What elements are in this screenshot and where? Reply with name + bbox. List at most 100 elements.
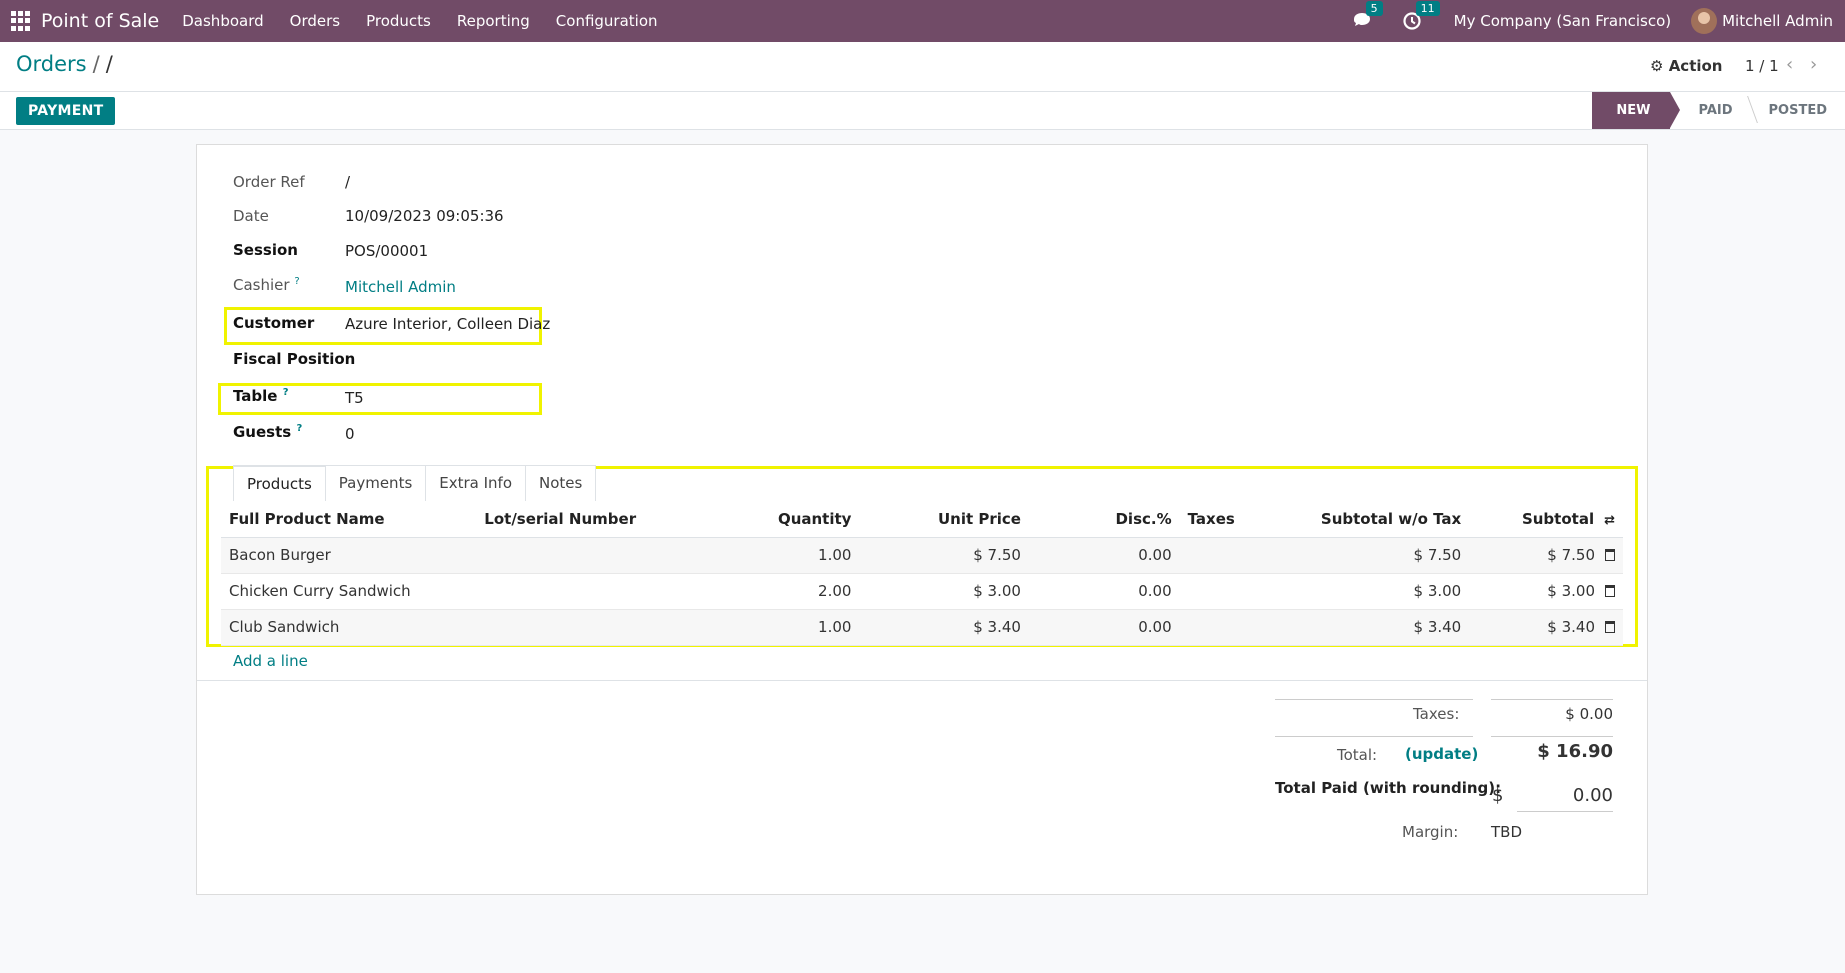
guests-field[interactable]: 0 (345, 425, 355, 443)
menu-orders[interactable]: Orders (277, 12, 353, 30)
cashier-help-icon[interactable]: ? (294, 276, 299, 287)
table-header-row: Full Product Name Lot/serial Number Quan… (221, 501, 1623, 538)
fiscal-position-label: Fiscal Position (233, 350, 356, 368)
table-row[interactable]: Bacon Burger 1.00 $ 7.50 0.00 $ 7.50 $ 7… (221, 537, 1623, 574)
line-lot[interactable] (476, 537, 756, 574)
line-unit-price[interactable]: $ 3.40 (859, 609, 1029, 646)
app-name[interactable]: Point of Sale (41, 10, 159, 32)
delete-line-icon[interactable] (1605, 585, 1615, 597)
action-label: Action (1668, 57, 1723, 75)
col-taxes[interactable]: Taxes (1179, 501, 1243, 538)
line-taxes[interactable] (1179, 609, 1243, 646)
col-quantity[interactable]: Quantity (755, 501, 860, 538)
line-discount[interactable]: 0.00 (1028, 573, 1180, 610)
guests-label: Guests ? (233, 423, 302, 441)
menu-dashboard[interactable]: Dashboard (169, 12, 276, 30)
company-switcher[interactable]: My Company (San Francisco) (1454, 12, 1671, 30)
date-label: Date (233, 207, 269, 225)
line-quantity[interactable]: 1.00 (755, 609, 860, 646)
delete-line-icon[interactable] (1605, 621, 1615, 633)
activities-badge: 11 (1415, 1, 1440, 16)
col-unit-price[interactable]: Unit Price (859, 501, 1029, 538)
line-taxes[interactable] (1179, 573, 1243, 610)
stage-paid[interactable]: PAID (1670, 92, 1750, 129)
tab-payments[interactable]: Payments (324, 465, 427, 501)
navbar-right: 5 11 My Company (San Francisco) Mitchell… (1338, 0, 1845, 42)
table-row[interactable]: Club Sandwich 1.00 $ 3.40 0.00 $ 3.40 $ … (221, 609, 1623, 646)
line-subtotal: $ 3.00 (1547, 582, 1595, 600)
menu-reporting[interactable]: Reporting (444, 12, 543, 30)
line-quantity[interactable]: 2.00 (755, 573, 860, 610)
taxes-label: Taxes: (1413, 705, 1460, 723)
customer-label: Customer (233, 314, 315, 332)
col-subtotal-wo-tax[interactable]: Subtotal w/o Tax (1242, 501, 1470, 538)
paid-underline (1517, 811, 1613, 812)
activity-clock-icon[interactable]: 11 (1402, 1, 1440, 32)
line-product[interactable]: Chicken Curry Sandwich (221, 573, 477, 610)
delete-line-icon[interactable] (1605, 549, 1615, 561)
line-discount[interactable]: 0.00 (1028, 537, 1180, 574)
line-unit-price[interactable]: $ 7.50 (859, 537, 1029, 574)
margin-value: TBD (1491, 823, 1523, 841)
user-menu[interactable]: Mitchell Admin (1691, 8, 1833, 34)
menu-products[interactable]: Products (353, 12, 444, 30)
stage-new[interactable]: NEW (1592, 92, 1681, 129)
breadcrumb-orders[interactable]: Orders (16, 52, 87, 76)
line-product[interactable]: Bacon Burger (221, 537, 477, 574)
control-panel: Orders / / ⚙ Action 1 / 1 ‹ › (0, 42, 1845, 92)
col-subtotal[interactable]: Subtotal ⇄ (1469, 501, 1623, 538)
cashier-label-text: Cashier (233, 276, 290, 294)
stage-posted[interactable]: POSTED (1751, 92, 1845, 129)
col-discount[interactable]: Disc.% (1028, 501, 1180, 538)
line-lot[interactable] (476, 609, 756, 646)
tab-extra-info[interactable]: Extra Info (425, 465, 527, 501)
line-quantity[interactable]: 1.00 (755, 537, 860, 574)
notebook-tabs: Products Payments Extra Info Notes (233, 465, 597, 501)
col-lot-number[interactable]: Lot/serial Number (476, 501, 756, 538)
table-label: Table ? (233, 387, 289, 405)
add-line-link[interactable]: Add a line (233, 652, 308, 670)
payment-button[interactable]: PAYMENT (16, 97, 116, 125)
line-taxes[interactable] (1179, 537, 1243, 574)
total-label: Total: (1337, 746, 1378, 764)
order-lines-table: Full Product Name Lot/serial Number Quan… (221, 501, 1623, 646)
user-name: Mitchell Admin (1722, 12, 1833, 30)
line-discount[interactable]: 0.00 (1028, 609, 1180, 646)
update-link[interactable]: (update) (1405, 745, 1478, 763)
line-subtotal-wo-tax: $ 7.50 (1242, 537, 1470, 574)
date-value: 10/09/2023 09:05:36 (345, 207, 504, 225)
table-field[interactable]: T5 (345, 389, 364, 407)
tab-notes[interactable]: Notes (525, 465, 597, 501)
line-subtotal-cell: $ 7.50 (1469, 537, 1623, 574)
total-paid-value: 0.00 (1572, 785, 1613, 806)
optional-columns-icon[interactable]: ⇄ (1604, 513, 1615, 528)
cashier-label: Cashier ? (233, 276, 300, 294)
menu-configuration[interactable]: Configuration (543, 12, 671, 30)
line-subtotal: $ 3.40 (1547, 618, 1595, 636)
table-help-icon[interactable]: ? (283, 387, 289, 398)
cashier-link[interactable]: Mitchell Admin (345, 278, 456, 296)
status-stages: NEW PAID POSTED (1592, 92, 1845, 129)
order-ref-value: / (345, 173, 351, 191)
table-row[interactable]: Chicken Curry Sandwich 2.00 $ 3.00 0.00 … (221, 573, 1623, 610)
section-divider (197, 680, 1647, 681)
customer-field[interactable]: Azure Interior, Colleen Diaz (345, 315, 550, 333)
col-product-name[interactable]: Full Product Name (221, 501, 477, 538)
apps-menu-icon[interactable] (11, 11, 31, 31)
totals-rule (1275, 699, 1473, 700)
line-subtotal-wo-tax: $ 3.00 (1242, 573, 1470, 610)
line-unit-price[interactable]: $ 3.00 (859, 573, 1029, 610)
pager-next-icon[interactable]: › (1810, 54, 1817, 75)
line-product[interactable]: Club Sandwich (221, 609, 477, 646)
tab-products[interactable]: Products (233, 465, 326, 501)
breadcrumb: Orders / / (16, 52, 113, 76)
messages-icon[interactable]: 5 (1352, 1, 1383, 32)
line-lot[interactable] (476, 573, 756, 610)
guests-help-icon[interactable]: ? (296, 423, 302, 434)
line-subtotal-cell: $ 3.00 (1469, 573, 1623, 610)
action-button[interactable]: ⚙ Action (1650, 57, 1722, 75)
pager-previous-icon[interactable]: ‹ (1786, 54, 1793, 75)
pager-value: 1 / 1 (1745, 57, 1779, 75)
total-paid-currency: $ (1492, 785, 1504, 806)
table-label-text: Table (233, 387, 278, 405)
